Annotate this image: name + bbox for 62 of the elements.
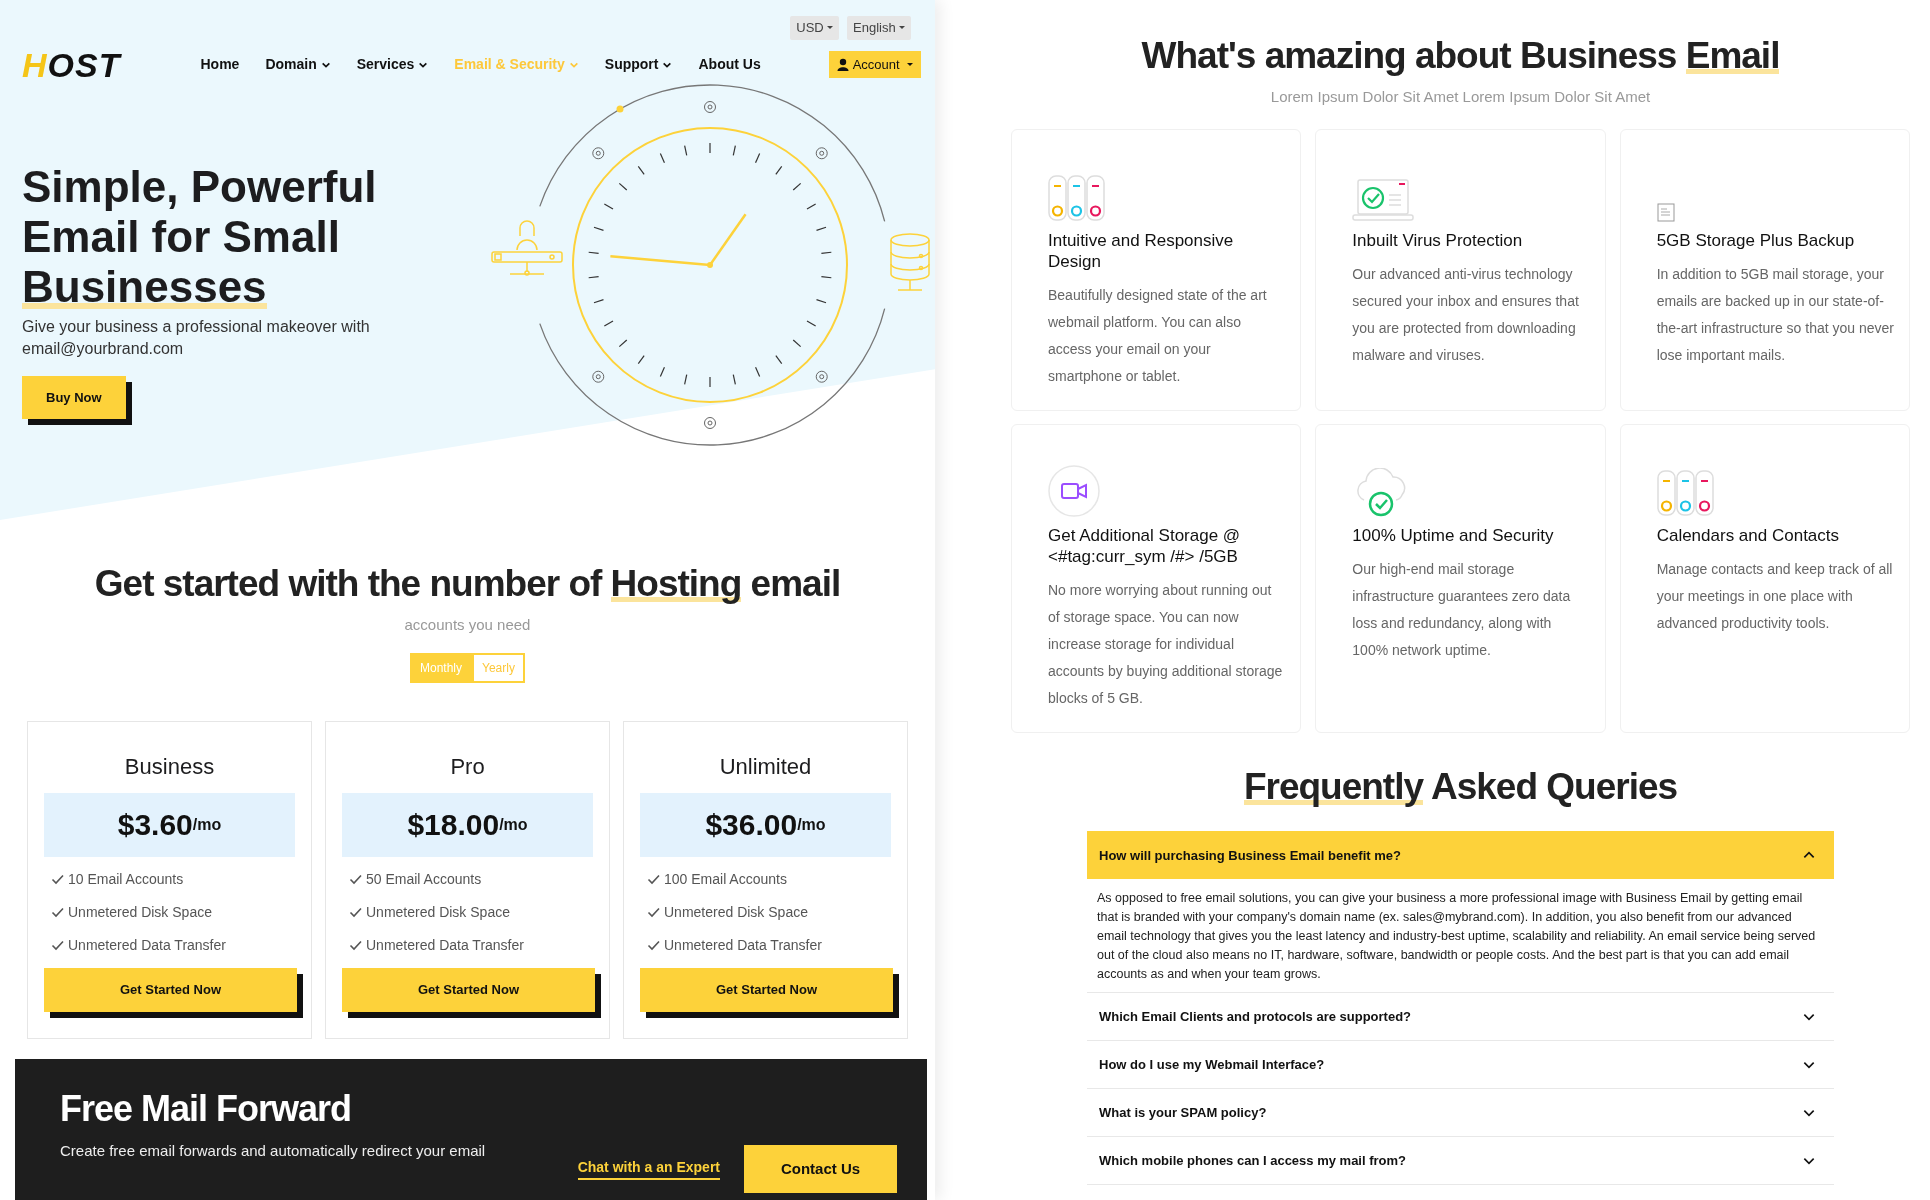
plan-name: Pro [449,752,486,781]
check-icon [647,873,660,886]
padlock-server-icon [491,219,563,276]
laptop-check-icon [1352,177,1415,222]
feature-text: Our advanced anti-virus technology secured your inbox and ensures that you are protected from downloading malware and viruses. [1352,264,1580,365]
language-select[interactable]: English [847,16,911,40]
feature-title: Intuitive and Responsive Design [1048,229,1235,272]
check-icon [647,939,660,952]
nav-link[interactable]: Services [356,54,429,75]
server-racks-icon [1656,469,1715,517]
account-button[interactable]: Account [828,50,921,79]
chat-expert-link[interactable]: Chat with a an Expert [577,1157,720,1181]
check-icon [51,939,64,952]
plan-feature: Unmetered Data Transfer [664,935,822,955]
user-icon [836,58,849,71]
banner-title: Free Mail Forward [60,1086,353,1131]
nav-link[interactable]: Domain [265,54,331,75]
feature-text: No more worrying about running out of storage space. You can now increase storage for individual accounts by buying additional storage blocks of 5 GB. [1048,580,1284,708]
plan-name: Unlimited [718,752,813,781]
plan-feature: 100 Email Accounts [664,869,787,889]
feature-text: Beautifully designed state of the art webmail platform. You can also access your email on your smartphone or tablet. [1048,285,1268,386]
section-heading: Frequently Asked Queries [1242,764,1679,809]
currency-select[interactable]: USD [790,16,840,40]
check-icon [349,873,362,886]
plan-feature: Unmetered Disk Space [68,902,212,922]
feature-text: Manage contacts and keep track of all your meetings in one place with advanced productivity tools. [1656,559,1894,633]
logo[interactable]: HOST [22,47,121,82]
faq-question[interactable]: How will purchasing Business Email benefit me? [1087,831,1834,880]
check-icon [349,906,362,919]
nav-link[interactable]: Support [604,54,673,75]
section-subtitle: Lorem Ipsum Dolor Sit Amet Lorem Ipsum Dolor Sit Amet [1269,87,1652,108]
check-icon [51,873,64,886]
feature-title: 100% Uptime and Security [1352,524,1555,546]
plan-feature: Unmetered Data Transfer [68,935,226,955]
hero-title: Simple, Powerful Email for Small Businesses [22,161,378,312]
plan-feature: Unmetered Disk Space [366,902,510,922]
feature-text: Our high-end mail storage infrastructure guarantees zero data loss and redundancy, along with 100% network uptime. [1352,559,1572,660]
feature-title: 5GB Storage Plus Backup [1656,229,1856,251]
document-icon [1656,202,1675,222]
plan-name: Business [123,752,216,781]
nav-link[interactable]: Home [200,54,240,75]
feature-title: Calendars and Contacts [1656,524,1841,546]
feature-title: Get Additional Storage @ <#tag:curr_sym /#> /5GB [1048,524,1242,567]
plan-feature: Unmetered Disk Space [664,902,808,922]
plan-feature: Unmetered Data Transfer [366,935,524,955]
feature-title: Inbuilt Virus Protection [1352,229,1524,251]
database-icon [890,232,930,291]
section-heading: Get started with the number of Hosting email [93,562,842,606]
plan-feature: 10 Email Accounts [68,869,184,889]
server-racks-icon [1048,174,1106,222]
check-icon [647,906,660,919]
plan-feature: 50 Email Accounts [366,869,482,889]
banner-text: Create free email forwards and automatically redirect your email [60,1141,487,1162]
nav-link[interactable]: About Us [698,54,761,75]
check-icon [349,939,362,952]
hero-subtitle: Give your business a professional makeover with email@yourbrand.com [22,316,371,359]
section-heading: What's amazing about Business Email [1140,34,1781,78]
contact-us-button[interactable]: Contact Us [744,1144,897,1193]
video-camera-icon [1048,464,1100,517]
check-icon [51,906,64,919]
feature-text: In addition to 5GB mail storage, your emails are backed up in our state-of-the-art infrastructure so that you never lose important mails. [1656,264,1895,365]
section-subtitle: accounts you need [403,615,532,636]
